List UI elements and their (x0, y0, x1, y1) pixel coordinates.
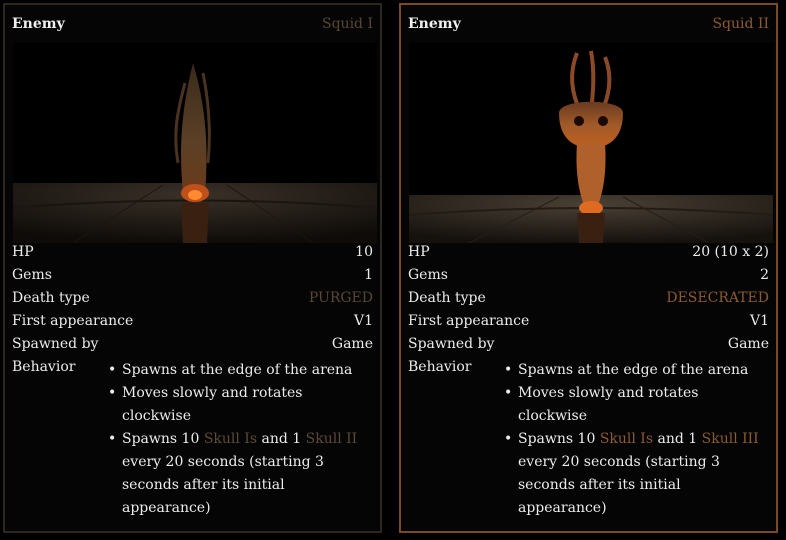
stat-death-type: Death type DESECRATED (408, 290, 769, 313)
stat-gems: Gems 1 (12, 267, 373, 290)
enemy-name[interactable]: Squid I (322, 16, 373, 32)
enemy-tag: Enemy (12, 16, 65, 32)
behavior-text: every 20 seconds (starting 3 seconds aft… (122, 454, 324, 516)
stat-label: HP (408, 244, 430, 260)
skull-1-link[interactable]: Skull Is (204, 431, 257, 447)
stat-label: Gems (12, 267, 52, 283)
stat-value: V1 (353, 313, 373, 329)
stat-value: V1 (749, 313, 769, 329)
behavior-text: every 20 seconds (starting 3 seconds aft… (518, 454, 720, 516)
behavior-text: and 1 (653, 431, 702, 447)
stat-value: Game (331, 336, 373, 352)
behavior-list: Spawns at the edge of the arena Moves sl… (408, 359, 769, 520)
stat-label: Behavior (408, 359, 472, 375)
behavior-item: Spawns at the edge of the arena (108, 359, 373, 382)
skull-2-link[interactable]: Skull II (306, 431, 358, 447)
enemy-name[interactable]: Squid II (712, 16, 769, 32)
stats-table: HP 10 Gems 1 Death type PURGED First app… (12, 244, 373, 520)
card-header: Enemy Squid I (12, 16, 373, 36)
stat-behavior: Behavior Spawns at the edge of the arena… (408, 359, 769, 520)
enemy-image (13, 43, 377, 243)
enemy-tag: Enemy (408, 16, 461, 32)
stat-label: First appearance (12, 313, 134, 329)
stat-hp: HP 20 (10 x 2) (408, 244, 769, 267)
stat-first-appearance: First appearance V1 (12, 313, 373, 336)
stat-label: First appearance (408, 313, 530, 329)
stat-value[interactable]: DESECRATED (666, 290, 769, 306)
stat-behavior: Behavior Spawns at the edge of the arena… (12, 359, 373, 520)
behavior-text: Spawns 10 (518, 431, 600, 447)
stat-value: 2 (760, 267, 769, 283)
skull-1-link[interactable]: Skull Is (600, 431, 653, 447)
stat-death-type: Death type PURGED (12, 290, 373, 313)
behavior-item: Moves slowly and rotates clockwise (108, 382, 373, 428)
enemy-card-squid-1: Enemy Squid I HP 10 Gems 1 Death type PU… (3, 3, 382, 533)
stat-label: Gems (408, 267, 448, 283)
stat-value: 20 (10 x 2) (692, 244, 769, 260)
stat-gems: Gems 2 (408, 267, 769, 290)
stat-hp: HP 10 (12, 244, 373, 267)
behavior-text: Spawns 10 (122, 431, 204, 447)
stat-label: Spawned by (12, 336, 99, 352)
behavior-item: Spawns 10 Skull Is and 1 Skull III every… (504, 428, 769, 520)
enemy-card-squid-2: Enemy Squid II HP 20 (10 x 2) Gems 2 Dea… (399, 3, 778, 533)
behavior-item: Spawns 10 Skull Is and 1 Skull II every … (108, 428, 373, 520)
behavior-list: Spawns at the edge of the arena Moves sl… (12, 359, 373, 520)
stat-label: Spawned by (408, 336, 495, 352)
stat-value: Game (727, 336, 769, 352)
stat-label: Death type (408, 290, 486, 306)
card-header: Enemy Squid II (408, 16, 769, 36)
behavior-item: Spawns at the edge of the arena (504, 359, 769, 382)
stat-label: Behavior (12, 359, 76, 375)
behavior-item: Moves slowly and rotates clockwise (504, 382, 769, 428)
behavior-text: and 1 (257, 431, 306, 447)
stat-label: HP (12, 244, 34, 260)
stats-table: HP 20 (10 x 2) Gems 2 Death type DESECRA… (408, 244, 769, 520)
stat-value[interactable]: PURGED (309, 290, 373, 306)
stat-spawned-by: Spawned by Game (12, 336, 373, 359)
stat-spawned-by: Spawned by Game (408, 336, 769, 359)
stat-value: 10 (355, 244, 373, 260)
stat-label: Death type (12, 290, 90, 306)
stat-value: 1 (364, 267, 373, 283)
enemy-image (409, 43, 773, 243)
stat-first-appearance: First appearance V1 (408, 313, 769, 336)
skull-3-link[interactable]: Skull III (702, 431, 759, 447)
